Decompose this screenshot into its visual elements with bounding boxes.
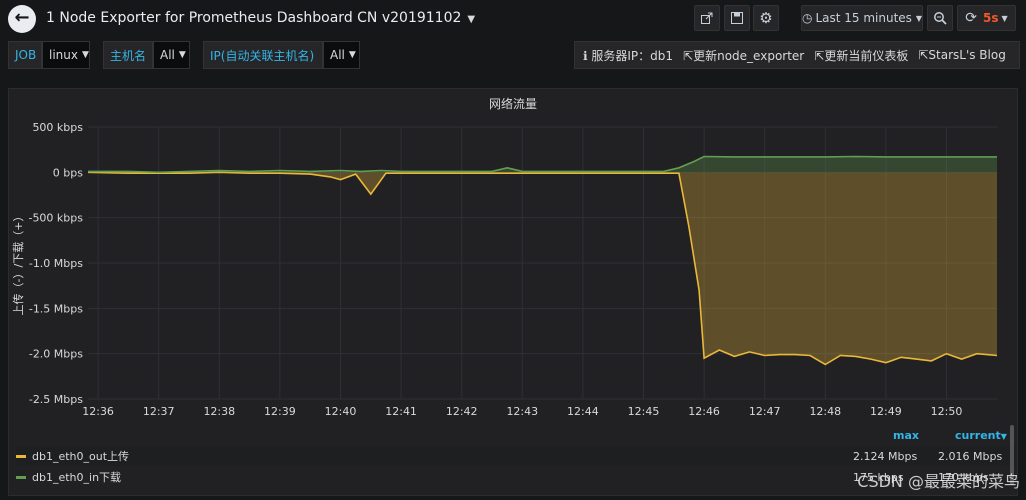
x-tick-label: 12:44 [567,405,599,418]
x-tick-label: 12:37 [143,405,175,418]
x-tick-label: 12:49 [870,405,902,418]
watermark: CSDN @最最菜的菜鸟 [857,472,1020,491]
x-tick-label: 12:40 [325,405,357,418]
y-tick-label: -2.0 Mbps [29,348,83,361]
legend-current-value: 2.016 Mbps [938,449,1003,463]
y-tick-label: 500 kbps [32,121,83,134]
x-tick-label: 12:50 [931,405,963,418]
legend-header-max-text: max [893,429,919,442]
x-tick-label: 12:48 [809,405,841,418]
x-tick-label: 12:38 [203,405,235,418]
legend-series-name: db1_eth0_out上传 [32,450,130,463]
legend-row[interactable]: db1_eth0_out上传 2.124 Mbps 2.016 Mbps [16,446,1016,466]
legend-header-current-text: current [955,429,1001,442]
y-tick-label: -500 kbps [28,212,83,225]
x-tick-label: 12:42 [446,405,478,418]
x-tick-label: 12:36 [82,405,114,418]
x-tick-label: 12:47 [749,405,781,418]
network-traffic-chart[interactable]: 500 kbps 0 bps -500 kbps -1.0 Mbps -1.5 Mbps… [0,0,1026,500]
legend-header-current[interactable]: current▼ [955,428,1007,442]
x-tick-label: 12:41 [385,405,417,418]
y-tick-label: -2.5 Mbps [29,393,83,406]
x-tick-label: 12:46 [688,405,720,418]
series-area [88,172,997,365]
series-color-swatch[interactable] [16,454,26,458]
series-color-swatch[interactable] [16,475,26,479]
x-tick-label: 12:43 [506,405,538,418]
sort-desc-icon: ▼ [1000,432,1007,441]
x-tick-label: 12:45 [628,405,660,418]
y-tick-label: 0 bps [53,166,83,179]
y-axis-label: 上传（-）/下载（+） [12,211,25,316]
legend-header-max[interactable]: max [893,428,919,442]
x-tick-label: 12:39 [264,405,296,418]
legend-max-value: 2.124 Mbps [853,449,918,463]
y-tick-label: -1.5 Mbps [29,302,83,315]
legend-series-name: db1_eth0_in下载 [32,471,122,484]
y-tick-label: -1.0 Mbps [29,257,83,270]
